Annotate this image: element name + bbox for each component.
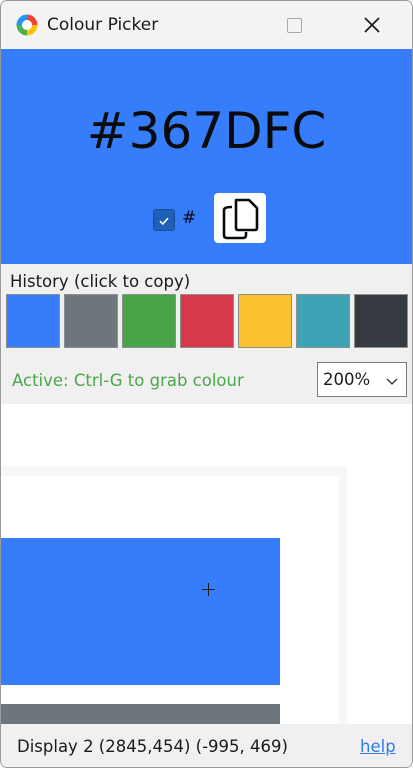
- include-hash-label: #: [182, 208, 197, 228]
- status-bar: Display 2 (2845,454) (-995, 469) help: [1, 724, 412, 767]
- magnifier-preview: [1, 404, 412, 724]
- history-swatch[interactable]: [6, 294, 60, 348]
- history-swatch[interactable]: [122, 294, 176, 348]
- chevron-down-icon: [385, 373, 399, 392]
- hex-colour-value[interactable]: #367DFC: [1, 101, 412, 161]
- help-link[interactable]: help: [360, 736, 396, 758]
- crosshair-icon: [202, 581, 215, 596]
- zoom-level-select[interactable]: 200%: [317, 362, 407, 397]
- display-info: Display 2 (2845,454) (-995, 469): [17, 737, 288, 756]
- history-swatch[interactable]: [64, 294, 118, 348]
- history-swatch[interactable]: [238, 294, 292, 348]
- checkmark-icon: [157, 213, 171, 227]
- close-icon: [363, 16, 381, 34]
- maximize-icon: [286, 17, 302, 33]
- history-swatch[interactable]: [180, 294, 234, 348]
- history-swatch[interactable]: [354, 294, 408, 348]
- zoom-level-value: 200%: [323, 370, 371, 389]
- copy-button[interactable]: [214, 193, 266, 243]
- close-button[interactable]: [349, 1, 395, 49]
- minimize-icon: [241, 24, 251, 26]
- include-hash-checkbox[interactable]: [153, 209, 175, 231]
- maximize-button[interactable]: [271, 1, 317, 49]
- window-title: Colour Picker: [47, 15, 159, 35]
- colour-picker-window: Colour Picker #367DFC # History (click t…: [0, 0, 413, 768]
- grab-status-text: Active: Ctrl-G to grab colour: [12, 371, 244, 390]
- history-label: History (click to copy): [10, 272, 191, 291]
- title-bar[interactable]: Colour Picker: [1, 1, 412, 49]
- minimize-button[interactable]: [223, 1, 269, 49]
- preview-colour-block: [1, 538, 280, 685]
- history-panel: History (click to copy) Active: Ctrl-G t…: [1, 264, 412, 404]
- selected-colour-panel: #367DFC #: [1, 49, 412, 264]
- colour-picker-app-icon: [15, 13, 39, 37]
- history-swatch[interactable]: [296, 294, 350, 348]
- copy-icon: [216, 195, 264, 241]
- preview-secondary-block: [1, 704, 280, 724]
